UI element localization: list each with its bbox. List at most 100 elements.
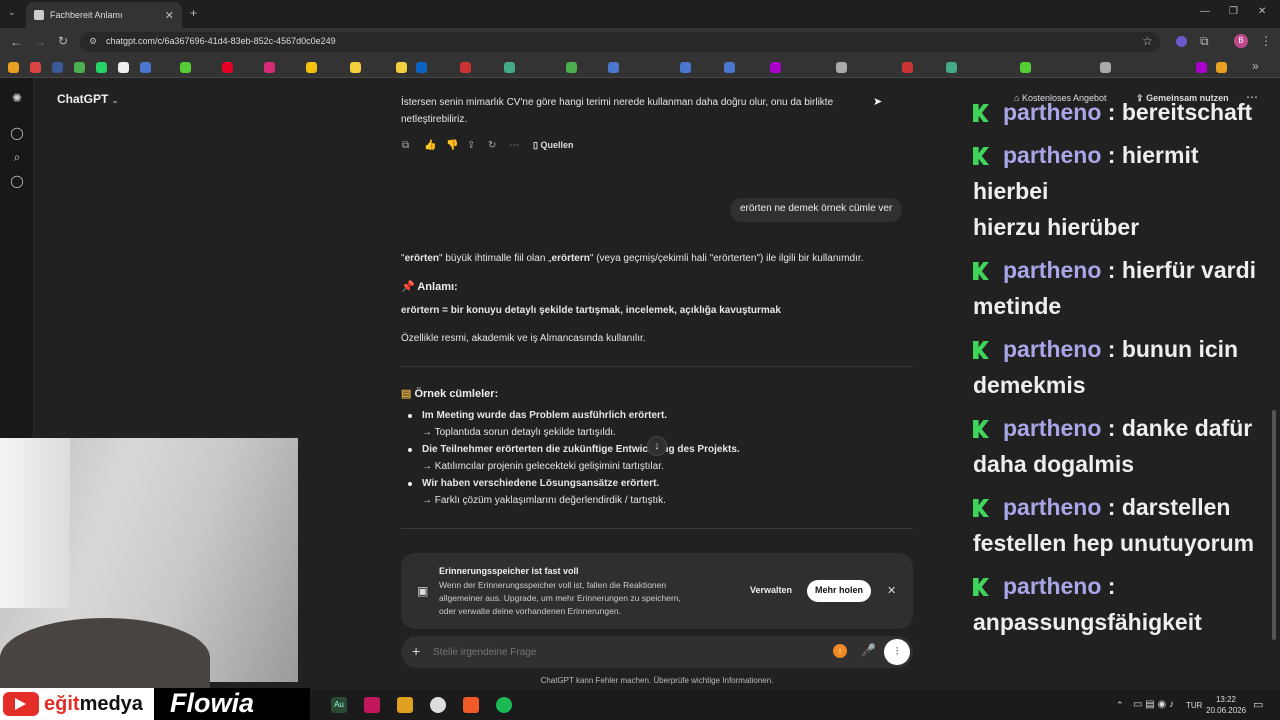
kick-badge-icon [973, 420, 989, 438]
bookmark-icon[interactable] [180, 62, 191, 73]
voice-mode-icon[interactable]: ⫶ [884, 639, 910, 665]
minimize-icon[interactable]: — [1200, 6, 1210, 17]
play-triangle-icon [15, 698, 26, 710]
scroll-down-icon[interactable]: ↓ [647, 436, 667, 456]
manage-memory-button[interactable]: Verwalten [743, 580, 799, 602]
bookmark-icon[interactable] [416, 62, 427, 73]
back-icon[interactable]: ← [10, 35, 22, 49]
bookmark-icon[interactable] [902, 62, 913, 73]
spotify-app-icon[interactable] [496, 697, 512, 713]
tab-search-icon[interactable]: ⌄ [8, 7, 16, 18]
bookmark-icon[interactable] [566, 62, 577, 73]
close-icon[interactable]: ✕ [887, 584, 896, 597]
bookmark-icon[interactable] [306, 62, 317, 73]
more-actions-icon[interactable]: ⋯ [509, 140, 519, 151]
tray-icons[interactable]: ▭ ▤ ◉ ♪ [1133, 699, 1174, 710]
kick-badge-icon [973, 578, 989, 596]
maximize-icon[interactable]: ❐ [1229, 6, 1238, 17]
extension-icon[interactable] [1176, 36, 1187, 47]
meaning-heading: 📌 Anlamı: [401, 281, 458, 293]
app-icon[interactable] [397, 697, 413, 713]
acrobat-app-icon[interactable] [364, 697, 380, 713]
thumbs-up-icon[interactable]: 👍 [424, 140, 436, 151]
new-tab-icon[interactable]: + [190, 6, 197, 20]
memory-full-notice: ▣ Erinnerungsspeicher ist fast voll Wenn… [401, 553, 913, 629]
browser-menu-icon[interactable]: ⋮ [1260, 34, 1272, 48]
notification-icon[interactable]: ▭ [1253, 698, 1263, 711]
mouse-cursor-icon: ➤ [873, 96, 883, 108]
stream-chat-message: partheno : anpassungsfähigkeit [973, 573, 1202, 635]
bookmark-icon[interactable] [118, 62, 129, 73]
bookmark-icon[interactable] [96, 62, 107, 73]
bookmark-icon[interactable] [74, 62, 85, 73]
disclaimer: ChatGPT kann Fehler machen. Überprüfe wi… [540, 676, 774, 685]
forward-icon[interactable]: → [34, 35, 46, 49]
upgrade-arrow-icon[interactable]: ↑ [833, 644, 847, 658]
microphone-icon[interactable]: 🎤 [861, 643, 876, 657]
bookmark-icon[interactable] [1100, 62, 1111, 73]
scrollbar-thumb[interactable] [1272, 410, 1276, 640]
bookmark-icon[interactable] [52, 62, 63, 73]
extensions-puzzle-icon[interactable]: ⧉ [1200, 34, 1209, 49]
regenerate-icon[interactable]: ↻ [488, 140, 496, 151]
stream-chat-message: partheno : bunun icin demekmis [973, 336, 1239, 398]
url-field[interactable]: ⚙ chatgpt.com/c/6a367696-41d4-83eb-852c-… [80, 32, 1160, 52]
bookmark-icon[interactable] [460, 62, 471, 73]
chevron-down-icon: ⌄ [111, 96, 119, 105]
answer-intro: "erörten" büyük ihtimalle fiil olan „erö… [401, 253, 864, 264]
bookmark-icon[interactable] [724, 62, 735, 73]
bookmark-icon[interactable] [504, 62, 515, 73]
audition-app-icon[interactable]: Au [331, 697, 347, 713]
kick-badge-icon [973, 104, 989, 122]
profile-avatar[interactable]: B [1234, 34, 1248, 48]
bookmark-icon[interactable] [8, 62, 19, 73]
tab-close-icon[interactable]: ✕ [165, 9, 174, 22]
bookmark-icon[interactable] [680, 62, 691, 73]
meaning-line: erörtern = bir konuyu detaylı şekilde ta… [401, 305, 781, 316]
bookmark-icon[interactable] [350, 62, 361, 73]
model-selector[interactable]: ChatGPT ⌄ [57, 92, 118, 106]
obs-app-icon[interactable] [430, 697, 446, 713]
bullet [408, 448, 412, 452]
bookmark-icon[interactable] [1020, 62, 1031, 73]
stream-chat-message: partheno : danke dafür daha dogalmis [973, 415, 1253, 477]
language-indicator[interactable]: TUR [1186, 701, 1202, 710]
browser-tab[interactable]: Fachbereit Anlamı ✕ [26, 2, 182, 28]
stream-chat-message: partheno : bereitschaft [973, 94, 1280, 130]
reload-icon[interactable]: ↻ [58, 34, 68, 48]
bookmark-icon[interactable] [608, 62, 619, 73]
bookmark-icon[interactable] [770, 62, 781, 73]
brave-app-icon[interactable] [463, 697, 479, 713]
window-close-icon[interactable]: ✕ [1258, 6, 1266, 17]
bookmark-icon[interactable] [30, 62, 41, 73]
section-divider [401, 366, 913, 367]
copy-icon[interactable]: ⧉ [402, 140, 409, 151]
chats-icon[interactable]: ◯ [10, 174, 24, 188]
browser-tab-strip: ⌄ Fachbereit Anlamı ✕ + — ❐ ✕ [0, 0, 1280, 28]
bookmarks-bar: » [0, 56, 1280, 78]
stream-chat-message: partheno : hierfür vardi metinde [973, 257, 1257, 319]
bookmark-icon[interactable] [836, 62, 847, 73]
tray-chevron-icon[interactable]: ⌃ [1116, 700, 1124, 711]
more-bookmarks-icon[interactable]: » [1252, 59, 1259, 73]
bookmark-icon[interactable] [140, 62, 151, 73]
bookmark-icon[interactable] [396, 62, 407, 73]
bookmark-star-icon[interactable]: ☆ [1142, 34, 1153, 48]
search-icon[interactable]: ⌕ [10, 150, 24, 164]
thumbs-down-icon[interactable]: 👎 [446, 140, 458, 151]
bookmark-icon[interactable] [1216, 62, 1227, 73]
prompt-input[interactable] [433, 644, 813, 660]
sources-button[interactable]: ▯ Quellen [533, 140, 573, 151]
new-chat-icon[interactable]: ◯ [10, 126, 24, 140]
openai-logo-icon[interactable]: ✺ [10, 91, 24, 105]
bookmark-icon[interactable] [264, 62, 275, 73]
add-attachment-icon[interactable]: + [412, 643, 420, 659]
bookmark-icon[interactable] [946, 62, 957, 73]
bookmark-icon[interactable] [222, 62, 233, 73]
clock[interactable]: 13:22 20.06.2026 [1206, 694, 1246, 716]
bookmark-icon[interactable] [1196, 62, 1207, 73]
site-info-icon[interactable]: ⚙ [89, 36, 97, 47]
egitmedya-logo: eğitmedya [0, 688, 154, 720]
upgrade-button[interactable]: Mehr holen [807, 580, 872, 602]
share-response-icon[interactable]: ⇪ [467, 140, 475, 151]
